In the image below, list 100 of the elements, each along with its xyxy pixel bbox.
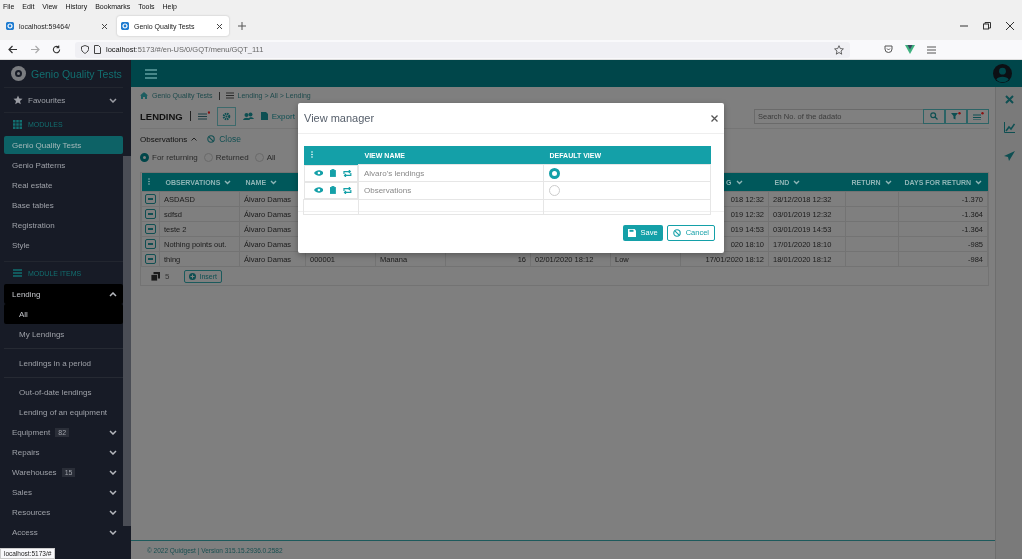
filter-button[interactable] bbox=[945, 108, 967, 124]
home-icon bbox=[140, 92, 148, 99]
reload-icon[interactable] bbox=[52, 45, 61, 54]
more-icon[interactable] bbox=[310, 151, 313, 159]
submenu-item[interactable]: My Lendings bbox=[4, 324, 123, 344]
menu-item[interactable]: Sales bbox=[4, 482, 123, 502]
new-tab-icon[interactable] bbox=[238, 22, 246, 30]
clipboard-icon[interactable] bbox=[330, 186, 337, 194]
dialog-title: View manager bbox=[304, 112, 375, 124]
chevron-icon bbox=[109, 449, 117, 455]
list-icon bbox=[13, 269, 22, 277]
chevron-icon bbox=[793, 179, 801, 185]
module-item[interactable]: Genio Patterns bbox=[4, 155, 123, 175]
submenu-item[interactable]: Out-of-date lendings bbox=[4, 382, 123, 402]
chevron-icon bbox=[109, 291, 117, 297]
menu-item[interactable]: Repairs bbox=[4, 442, 123, 462]
block-icon bbox=[207, 135, 216, 143]
chevron-icon bbox=[224, 179, 232, 185]
radio-option[interactable]: Returned bbox=[203, 153, 249, 162]
list-icon[interactable] bbox=[197, 111, 210, 121]
send-icon[interactable] bbox=[1003, 151, 1015, 161]
row-menu-button[interactable] bbox=[145, 209, 156, 219]
chevron-icon bbox=[735, 179, 743, 185]
options-button[interactable] bbox=[967, 108, 989, 124]
logo-icon bbox=[11, 66, 26, 81]
search-icon bbox=[930, 112, 938, 120]
module-item[interactable]: Base tables bbox=[4, 195, 123, 215]
submenu-item[interactable]: Lending of an equipment bbox=[4, 402, 123, 422]
close-icon[interactable] bbox=[101, 22, 108, 30]
document-icon bbox=[260, 112, 268, 120]
close-icon[interactable] bbox=[1006, 22, 1014, 30]
default-radio[interactable] bbox=[549, 167, 560, 179]
record-count: 5 bbox=[165, 271, 170, 281]
star-icon bbox=[13, 95, 23, 105]
block-icon bbox=[672, 228, 681, 237]
shield-icon bbox=[81, 45, 89, 54]
menu-icon[interactable] bbox=[145, 68, 157, 79]
chevron-icon bbox=[109, 469, 117, 475]
grid-icon bbox=[13, 119, 22, 129]
chevron-icon bbox=[109, 429, 117, 435]
clipboard-icon[interactable] bbox=[330, 169, 337, 177]
avatar-icon[interactable] bbox=[993, 64, 1012, 83]
app-icon bbox=[6, 22, 14, 30]
records-icon bbox=[151, 271, 160, 281]
menu-item[interactable]: Lending bbox=[4, 284, 123, 304]
module-item[interactable]: Registration bbox=[4, 215, 123, 235]
favourites-item[interactable]: Favourites bbox=[4, 88, 123, 113]
pocket-icon[interactable] bbox=[884, 45, 893, 54]
close-icon[interactable] bbox=[216, 22, 223, 30]
view-name[interactable]: Observations bbox=[364, 185, 412, 195]
radio-option[interactable]: All bbox=[254, 153, 276, 162]
chevron-icon bbox=[270, 179, 278, 185]
module-item[interactable]: Real estate bbox=[4, 175, 123, 195]
swap-icon[interactable] bbox=[343, 186, 352, 194]
menu-icon[interactable] bbox=[927, 45, 936, 54]
row-menu-button[interactable] bbox=[145, 194, 156, 204]
list-icon bbox=[225, 92, 234, 99]
floppy-icon bbox=[627, 228, 636, 237]
restore-icon[interactable] bbox=[983, 22, 991, 30]
chevron-icon bbox=[109, 509, 117, 515]
back-icon[interactable] bbox=[8, 45, 18, 54]
extension-icon[interactable] bbox=[905, 45, 915, 54]
plus-icon bbox=[189, 272, 197, 280]
close-icon[interactable] bbox=[711, 114, 718, 122]
menu-item[interactable]: Access bbox=[4, 522, 123, 542]
chevron-icon bbox=[109, 529, 117, 535]
radio-option[interactable]: For returning bbox=[140, 153, 198, 162]
page-icon bbox=[94, 45, 101, 54]
chevron-icon bbox=[884, 179, 892, 185]
caret-icon bbox=[191, 137, 198, 141]
row-menu-button[interactable] bbox=[145, 224, 156, 234]
view-name[interactable]: Alvaro's lendings bbox=[364, 168, 425, 178]
chevron-icon bbox=[975, 179, 983, 185]
submenu-item[interactable]: Lendings in a period bbox=[4, 353, 123, 373]
row-menu-button[interactable] bbox=[145, 239, 156, 249]
more-icon[interactable] bbox=[147, 178, 150, 185]
eye-icon[interactable] bbox=[313, 187, 324, 193]
minimize-icon[interactable] bbox=[960, 22, 968, 30]
panel-title[interactable]: Observations bbox=[140, 134, 188, 144]
module-item[interactable]: Style bbox=[4, 235, 123, 255]
sliders-icon bbox=[972, 112, 984, 120]
eye-icon[interactable] bbox=[313, 170, 324, 176]
row-menu-button[interactable] bbox=[145, 254, 156, 264]
chevron-icon bbox=[109, 97, 117, 103]
scrollbar[interactable] bbox=[123, 156, 131, 526]
submenu-item[interactable]: All bbox=[4, 304, 123, 324]
chart-icon[interactable] bbox=[1003, 122, 1015, 133]
app-icon bbox=[121, 22, 129, 30]
module-item[interactable]: Genio Quality Tests bbox=[4, 136, 123, 154]
menu-item[interactable]: Resources bbox=[4, 502, 123, 522]
swap-icon[interactable] bbox=[343, 169, 352, 177]
chevron-icon bbox=[109, 489, 117, 495]
search-button[interactable] bbox=[923, 108, 945, 124]
page-title: LENDING bbox=[140, 110, 183, 122]
users-icon[interactable] bbox=[242, 112, 254, 120]
star-icon[interactable] bbox=[834, 44, 844, 55]
forward-icon[interactable] bbox=[30, 45, 40, 54]
filter-icon bbox=[951, 112, 961, 120]
gear-icon bbox=[221, 111, 231, 121]
settings-button[interactable] bbox=[216, 106, 236, 126]
